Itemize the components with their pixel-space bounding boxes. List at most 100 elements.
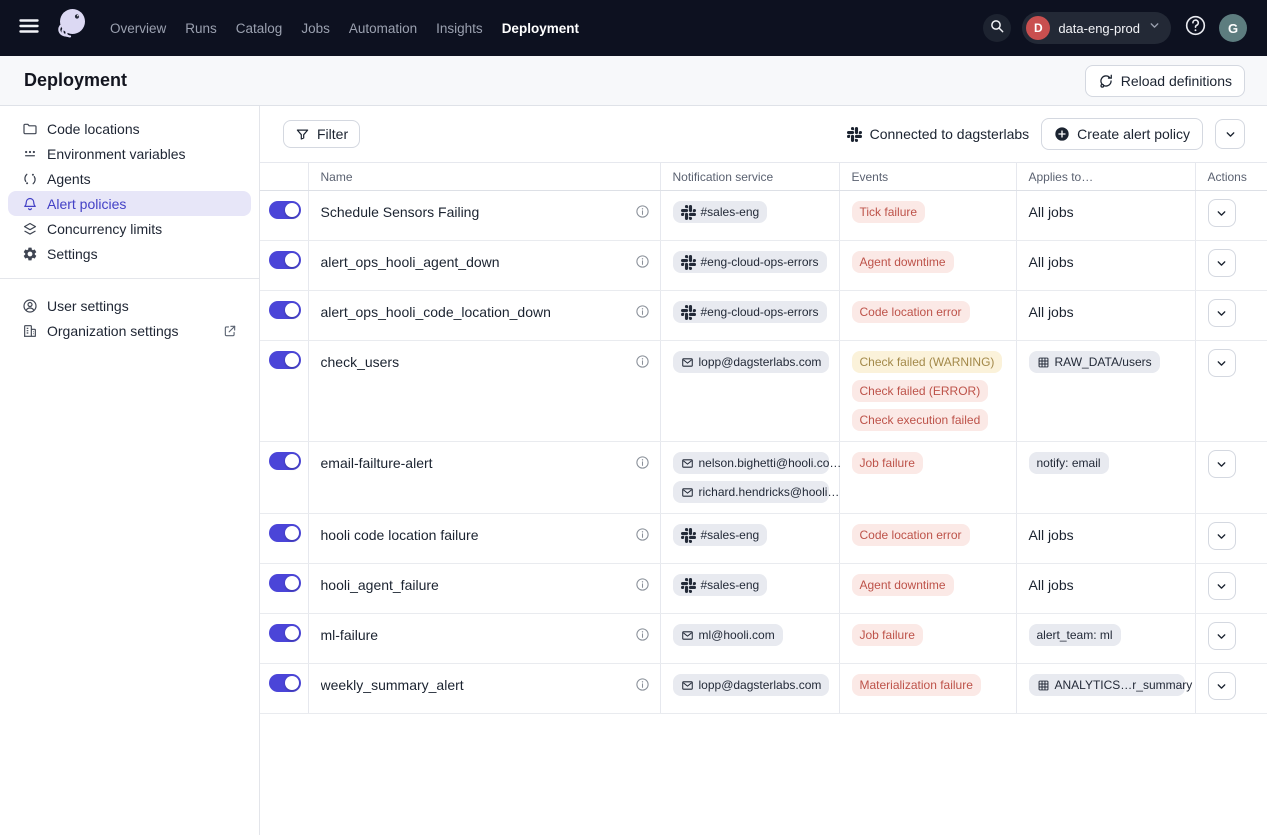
notification-service-cell: #sales-eng [660, 564, 839, 614]
enable-toggle[interactable] [269, 524, 301, 542]
notification-tag: lopp@dagsterlabs.com [673, 351, 829, 373]
toolbar-right-cluster: Connected to dagsterlabs Create alert po… [847, 118, 1245, 150]
enable-toggle[interactable] [269, 674, 301, 692]
nav-item-runs[interactable]: Runs [185, 21, 217, 36]
row-actions-button[interactable] [1208, 450, 1236, 478]
applies-to-tag: ANALYTICS…r_summary [1029, 674, 1185, 696]
notification-tag: #eng-cloud-ops-errors [673, 301, 827, 323]
main-content: Filter Connected to dagsterlabs Create a… [260, 106, 1267, 835]
user-avatar[interactable]: G [1219, 14, 1247, 42]
toggle-cell [260, 191, 308, 241]
nav-item-jobs[interactable]: Jobs [301, 21, 330, 36]
alert-policy-row-alert-ops-hooli-code-location-down: alert_ops_hooli_code_location_down#eng-c… [260, 291, 1267, 341]
sidebar-item-label: Concurrency limits [47, 221, 162, 237]
toggle-knob [285, 253, 299, 267]
alert-policy-row-alert-ops-hooli-agent-down: alert_ops_hooli_agent_down#eng-cloud-ops… [260, 241, 1267, 291]
agents-icon [22, 171, 38, 187]
actions-cell [1195, 564, 1267, 614]
enable-toggle[interactable] [269, 201, 301, 219]
table-header-row: NameNotification serviceEventsApplies to… [260, 163, 1267, 191]
notification-service-cell: #sales-eng [660, 514, 839, 564]
notification-service-cell: #sales-eng [660, 191, 839, 241]
actions-cell [1195, 442, 1267, 514]
applies-to-cell: All jobs [1016, 191, 1195, 241]
enable-toggle[interactable] [269, 574, 301, 592]
toggle-cell [260, 442, 308, 514]
policy-name: alert_ops_hooli_agent_down [321, 251, 500, 273]
nav-item-catalog[interactable]: Catalog [236, 21, 283, 36]
actions-cell [1195, 514, 1267, 564]
notification-tag-label: #eng-cloud-ops-errors [701, 305, 819, 319]
info-icon[interactable] [635, 304, 650, 319]
row-actions-button[interactable] [1208, 522, 1236, 550]
info-icon[interactable] [635, 527, 650, 542]
info-icon[interactable] [635, 204, 650, 219]
notification-tag: nelson.bighetti@hooli.co… [673, 452, 829, 474]
enable-toggle[interactable] [269, 452, 301, 470]
nav-item-automation[interactable]: Automation [349, 21, 417, 36]
deployment-name: data-eng-prod [1058, 21, 1140, 36]
events-cell: Code location error [839, 291, 1016, 341]
alert-policy-row-check-users: check_userslopp@dagsterlabs.comCheck fai… [260, 341, 1267, 442]
event-tag-label: Check failed (WARNING) [860, 355, 995, 369]
create-alert-policy-button[interactable]: Create alert policy [1041, 118, 1203, 150]
sidebar-item-concurrency-limits[interactable]: Concurrency limits [8, 216, 251, 241]
nav-item-insights[interactable]: Insights [436, 21, 483, 36]
alert-policies-table: NameNotification serviceEventsApplies to… [260, 162, 1267, 714]
info-icon[interactable] [635, 627, 650, 642]
applies-to-cell: All jobs [1016, 564, 1195, 614]
sidebar-item-code-locations[interactable]: Code locations [8, 116, 251, 141]
notification-service-cell: lopp@dagsterlabs.com [660, 664, 839, 714]
search-button[interactable] [983, 14, 1011, 42]
row-actions-button[interactable] [1208, 199, 1236, 227]
enable-toggle[interactable] [269, 251, 301, 269]
row-actions-button[interactable] [1208, 349, 1236, 377]
reload-icon [1098, 73, 1114, 89]
nav-item-overview[interactable]: Overview [110, 21, 166, 36]
alert-policy-row-schedule-sensors-failing: Schedule Sensors Failing#sales-engTick f… [260, 191, 1267, 241]
sidebar-item-alert-policies[interactable]: Alert policies [8, 191, 251, 216]
row-actions-button[interactable] [1208, 299, 1236, 327]
toggle-cell [260, 341, 308, 442]
row-actions-button[interactable] [1208, 672, 1236, 700]
events-cell: Job failure [839, 442, 1016, 514]
table-icon [1037, 679, 1050, 692]
enable-toggle[interactable] [269, 301, 301, 319]
create-policy-dropdown-button[interactable] [1215, 119, 1245, 149]
dagster-logo[interactable] [50, 6, 92, 50]
notification-tag: #sales-eng [673, 524, 768, 546]
info-icon[interactable] [635, 254, 650, 269]
sidebar-item-settings[interactable]: Settings [8, 241, 251, 266]
event-tag-label: Agent downtime [860, 255, 946, 269]
column-header-actions: Actions [1195, 163, 1267, 191]
enable-toggle[interactable] [269, 624, 301, 642]
slack-icon [681, 205, 696, 220]
info-icon[interactable] [635, 577, 650, 592]
info-icon[interactable] [635, 455, 650, 470]
sidebar-item-environment-variables[interactable]: Environment variables [8, 141, 251, 166]
row-actions-button[interactable] [1208, 249, 1236, 277]
help-button[interactable] [1182, 15, 1208, 41]
info-icon[interactable] [635, 354, 650, 369]
applies-to-cell: RAW_DATA/users [1016, 341, 1195, 442]
toggle-cell [260, 291, 308, 341]
info-icon[interactable] [635, 677, 650, 692]
event-tag-label: Agent downtime [860, 578, 946, 592]
hamburger-menu-icon[interactable] [16, 15, 42, 41]
sidebar-item-user-settings[interactable]: User settings [8, 293, 251, 318]
row-actions-button[interactable] [1208, 622, 1236, 650]
deployment-switcher[interactable]: D data-eng-prod [1022, 12, 1171, 44]
create-alert-policy-label: Create alert policy [1077, 126, 1190, 142]
nav-item-deployment[interactable]: Deployment [502, 21, 579, 36]
column-header-applies-to: Applies to… [1016, 163, 1195, 191]
sidebar-item-agents[interactable]: Agents [8, 166, 251, 191]
notification-tag-label: richard.hendricks@hooli… [699, 485, 840, 499]
enable-toggle[interactable] [269, 351, 301, 369]
reload-definitions-button[interactable]: Reload definitions [1085, 65, 1245, 97]
applies-to-tag-label: notify: email [1037, 456, 1101, 470]
event-tag-label: Job failure [860, 628, 915, 642]
row-actions-button[interactable] [1208, 572, 1236, 600]
sidebar-item-organization-settings[interactable]: Organization settings [8, 318, 251, 343]
filter-button[interactable]: Filter [283, 120, 360, 148]
alert-policy-row-ml-failure: ml-failureml@hooli.comJob failurealert_t… [260, 614, 1267, 664]
